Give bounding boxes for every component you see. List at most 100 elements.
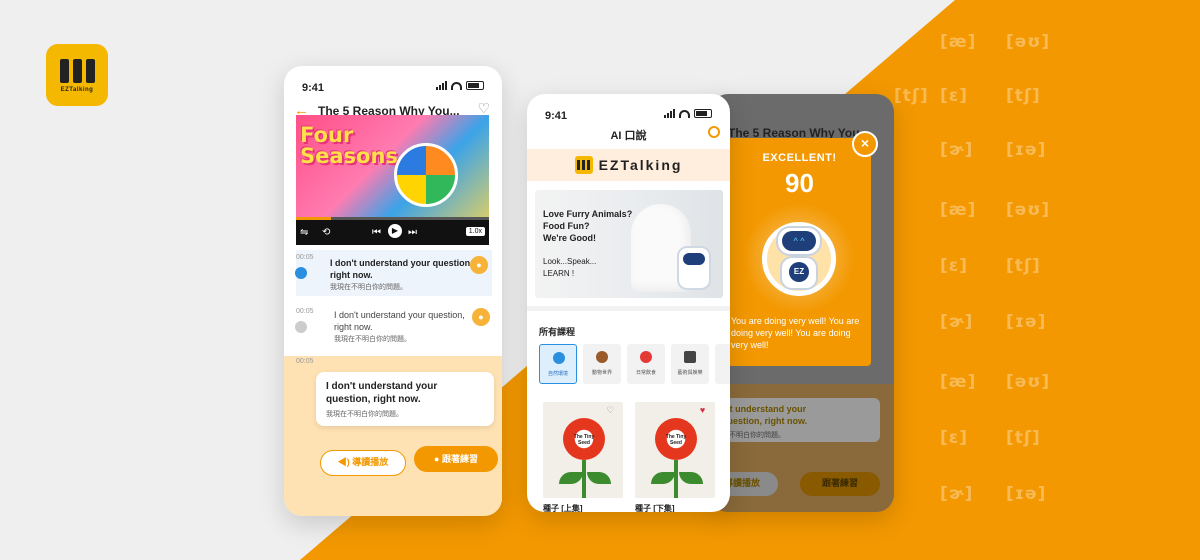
phonetic-symbol: [ɛ] [940, 428, 969, 448]
banner-line: We're Good! [543, 233, 596, 243]
phonetic-symbol: [əʊ] [1006, 372, 1051, 392]
guide-play-label: 導讀播放 [352, 457, 389, 467]
book-cover[interactable]: The Tiny Seed [635, 402, 715, 498]
video-title-line1: Four [300, 123, 354, 147]
score-popup: × EXCELLENT! 90 ^ ^ EZ You are doing ver… [728, 131, 878, 366]
mic-icon[interactable]: ● [472, 308, 490, 326]
sentence-en-line1: I don't understand your question, [334, 310, 465, 320]
score-value: 90 [785, 168, 814, 198]
sentence-en-line1: I don't understand your question, [330, 258, 473, 268]
sentence-en-line2: question, right now. [326, 394, 421, 405]
popup-message: You are doing very well! You are doing v… [731, 316, 860, 350]
book-cover[interactable]: The Tiny Seed [543, 402, 623, 498]
apple-icon [640, 351, 652, 363]
category-label: 日常飲食 [635, 370, 656, 376]
signal-icon [436, 81, 447, 90]
play-line-icon[interactable] [295, 267, 307, 279]
stem [582, 460, 586, 498]
leaf [679, 472, 703, 484]
phonetic-symbol: [ɚ] [940, 484, 974, 504]
timestamp: 00:05 [296, 358, 314, 365]
status-bar: 9:41 [527, 94, 730, 122]
sentence-zh: 我現在不明白你的問題。 [330, 284, 407, 291]
book-title: 種子 [下集] [635, 504, 675, 512]
divider [527, 306, 730, 311]
phonetic-symbol: [ɚ] [940, 140, 974, 160]
robot-badge: EZ [789, 262, 809, 282]
stem [674, 460, 678, 498]
leaf [559, 472, 583, 484]
favorite-heart-filled-icon[interactable]: ♥ [697, 405, 708, 416]
sentence-en-line1: n't understand your [722, 404, 807, 414]
mic-icon[interactable]: ● [470, 256, 488, 274]
favorite-heart-icon[interactable]: ♡ [605, 405, 616, 416]
phonetic-symbol: [ɪə] [1006, 140, 1047, 160]
section-title: 所有課程 [539, 327, 576, 337]
phonetic-symbol: [tʃ] [1006, 86, 1041, 106]
robot-icon [677, 246, 711, 290]
category-arts[interactable]: 藝術與娛樂 [671, 344, 709, 384]
timestamp: 00:05 [296, 254, 314, 261]
sentence-en-line2: right now. [330, 270, 373, 280]
cover-title: The Tiny Seed [665, 434, 687, 446]
banner-line: Love Furry Animals? [543, 209, 633, 219]
sentence-zh: 我現在不明白你的問題。 [334, 336, 411, 343]
banner-subline: Look...Speak... LEARN ! [543, 256, 596, 280]
phonetic-symbol: [tʃ] [1006, 256, 1041, 276]
subtitle-toggle-icon[interactable]: ⇋ [300, 227, 308, 238]
phonetic-symbol: [ɪə] [1006, 312, 1047, 332]
book-title: 種子 [上集] [543, 504, 583, 512]
playback-speed[interactable]: 1.0x [465, 227, 485, 236]
sentence-zh: 我現在不明白你的問題。 [326, 411, 403, 418]
popup-heading: EXCELLENT! [762, 152, 837, 164]
cover-title: The Tiny Seed [573, 434, 595, 446]
category-nature[interactable]: 自然環境 [539, 344, 577, 384]
category-label: 自然環境 [547, 371, 568, 377]
repeat-icon[interactable]: ⟲ [322, 227, 330, 238]
seasons-wheel-image [394, 143, 458, 207]
category-label: 藝術與娛樂 [677, 370, 703, 376]
bear-icon [596, 351, 608, 363]
phonetic-symbol: [ɛ] [940, 86, 969, 106]
signal-icon [664, 109, 675, 118]
category-animals[interactable]: 動物世界 [583, 344, 621, 384]
play-button[interactable]: ▶ [388, 224, 402, 238]
leaf [651, 472, 675, 484]
phonetic-symbol: [əʊ] [1006, 32, 1051, 52]
phonetic-symbol: [æ] [940, 200, 977, 220]
category-food[interactable]: 日常飲食 [627, 344, 665, 384]
brand-logo-icon [574, 156, 593, 174]
status-time: 9:41 [302, 82, 325, 94]
banner-line: LEARN ! [543, 269, 575, 278]
category-more[interactable] [715, 344, 730, 384]
search-icon[interactable] [708, 126, 720, 138]
globe-icon [553, 352, 565, 364]
battery-icon [466, 81, 484, 90]
logo-text: EZTalking [60, 87, 94, 93]
banner-line: Food Fun? [543, 221, 590, 231]
brand-name: EZTalking [598, 157, 683, 173]
phonetic-symbol: [tʃ] [894, 86, 929, 106]
phone-lesson-screen: 9:41 ← The 5 Reason Why You... ♡ Four Se… [284, 66, 502, 516]
practice-button[interactable]: ● 跟著練習 [414, 446, 498, 472]
next-icon[interactable]: ⏭ [408, 227, 417, 238]
page-title: AI 口說 [610, 130, 647, 142]
phonetic-symbol: [æ] [940, 372, 977, 392]
video-thumbnail-title: Four Seasons [300, 125, 398, 167]
promo-banner[interactable]: Love Furry Animals? Food Fun? We're Good… [535, 190, 723, 298]
play-line-icon[interactable] [295, 321, 307, 333]
sentence-en-line1: I don't understand your [326, 381, 438, 392]
video-title-line2: Seasons [300, 144, 398, 168]
sentence-en-line2: question, right now. [722, 416, 808, 426]
video-player[interactable]: Four Seasons ⇋ ⟲ ⏮ ▶ ⏭ 1.0x [296, 115, 489, 245]
guide-play-button[interactable]: ◀) 導讀播放 [320, 450, 406, 476]
wifi-icon [451, 81, 462, 90]
previous-icon[interactable]: ⏮ [372, 227, 381, 238]
banner-line: Look...Speak... [543, 257, 597, 266]
brand-bar: EZTalking [527, 149, 730, 181]
phonetic-symbol: [ɚ] [940, 312, 974, 332]
video-progress-bar[interactable] [296, 217, 489, 220]
phonetic-symbol: [æ] [940, 32, 977, 52]
practice-button[interactable]: 跟著練習 [800, 472, 880, 496]
status-time: 9:41 [545, 110, 568, 122]
